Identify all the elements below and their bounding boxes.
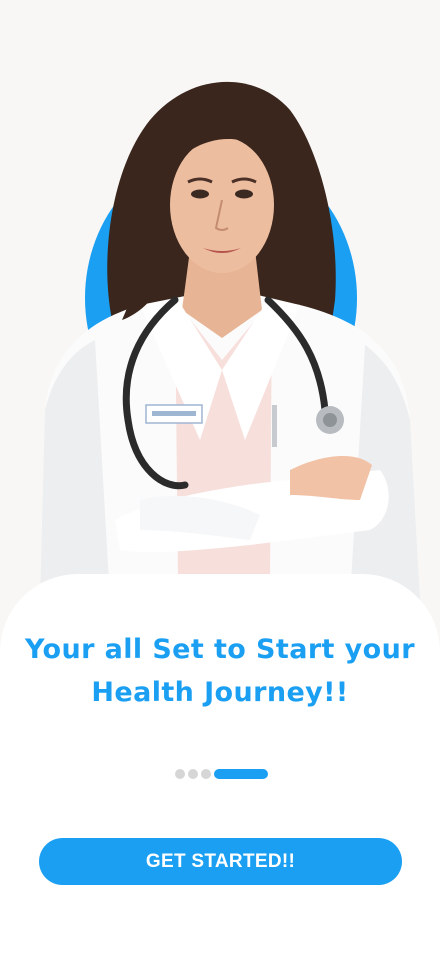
doctor-portrait-image xyxy=(40,81,420,600)
onboarding-headline: Your all Set to Start your Health Journe… xyxy=(25,634,415,708)
page-dot-active xyxy=(214,769,268,779)
page-dot xyxy=(188,769,198,779)
hero-section xyxy=(0,0,440,600)
page-dot xyxy=(201,769,211,779)
page-indicator xyxy=(175,769,268,779)
get-started-button[interactable]: GET STARTED!! xyxy=(39,838,402,885)
page-dot xyxy=(175,769,185,779)
